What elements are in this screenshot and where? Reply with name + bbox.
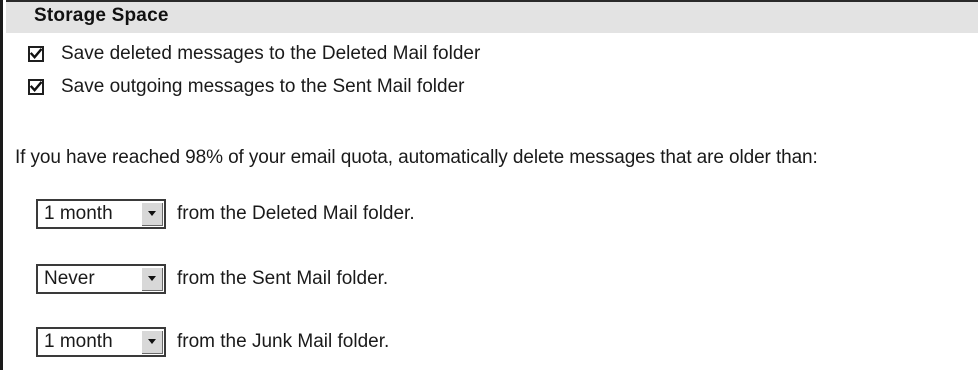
select-value: Never [44, 268, 95, 289]
quota-description: If you have reached 98% of your email qu… [15, 147, 818, 168]
check-icon [30, 81, 42, 93]
junk-mail-rule-label: from the Junk Mail folder. [177, 331, 390, 352]
deleted-mail-rule-label: from the Deleted Mail folder. [177, 203, 415, 224]
chevron-down-icon [148, 211, 156, 216]
save-deleted-option[interactable]: Save deleted messages to the Deleted Mai… [28, 42, 480, 66]
dropdown-arrow-button[interactable] [141, 267, 163, 291]
sent-mail-age-select[interactable]: Never [36, 264, 166, 294]
storage-space-panel: Storage Space Save deleted messages to t… [0, 0, 978, 370]
chevron-down-icon [148, 276, 156, 281]
deleted-mail-rule: 1 month from the Deleted Mail folder. [36, 197, 415, 231]
deleted-mail-age-select[interactable]: 1 month [36, 199, 166, 229]
save-deleted-checkbox[interactable] [28, 46, 44, 62]
section-header: Storage Space [6, 0, 978, 33]
sent-mail-rule: Never from the Sent Mail folder. [36, 262, 388, 296]
save-outgoing-label: Save outgoing messages to the Sent Mail … [61, 76, 465, 97]
dropdown-arrow-button[interactable] [141, 202, 163, 226]
check-icon [30, 48, 42, 60]
sent-mail-rule-label: from the Sent Mail folder. [177, 268, 389, 289]
select-value: 1 month [44, 331, 113, 352]
section-title: Storage Space [34, 5, 169, 26]
save-outgoing-checkbox[interactable] [28, 79, 44, 95]
chevron-down-icon [148, 339, 156, 344]
junk-mail-age-select[interactable]: 1 month [36, 327, 166, 357]
save-deleted-label: Save deleted messages to the Deleted Mai… [61, 43, 481, 64]
select-value: 1 month [44, 203, 113, 224]
save-outgoing-option[interactable]: Save outgoing messages to the Sent Mail … [28, 75, 464, 99]
junk-mail-rule: 1 month from the Junk Mail folder. [36, 325, 389, 359]
dropdown-arrow-button[interactable] [141, 330, 163, 354]
